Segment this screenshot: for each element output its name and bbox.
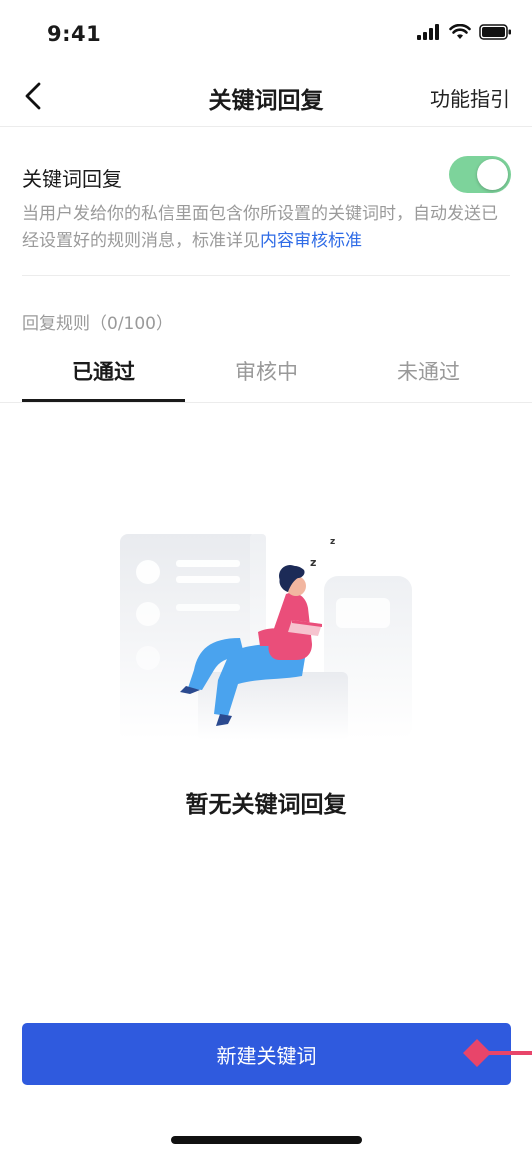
- tab-rejected[interactable]: 未通过: [347, 340, 510, 402]
- toggle-knob: [477, 159, 508, 190]
- tab-indicator: [22, 399, 185, 402]
- status-time: 9:41: [47, 22, 102, 46]
- home-indicator: [171, 1136, 362, 1144]
- signal-icon: [417, 24, 439, 40]
- wifi-icon: [449, 24, 471, 39]
- keyword-reply-toggle[interactable]: [449, 156, 511, 193]
- svg-text:z: z: [330, 537, 335, 547]
- empty-state-illustration: z z: [120, 534, 412, 740]
- tab-reviewing[interactable]: 审核中: [185, 340, 348, 402]
- new-keyword-button[interactable]: 新建关键词: [22, 1023, 511, 1085]
- status-icons: [417, 24, 512, 40]
- tab-approved[interactable]: 已通过: [22, 340, 185, 402]
- status-bar: 9:41: [0, 0, 532, 70]
- empty-state-text: 暂无关键词回复: [185, 792, 347, 818]
- content-review-standard-link[interactable]: 内容审核标准: [260, 231, 362, 251]
- battery-icon: [479, 24, 511, 40]
- setting-title: 关键词回复: [22, 167, 122, 191]
- guide-link[interactable]: 功能指引: [430, 83, 510, 112]
- rules-count-label: 回复规则（0/100）: [22, 314, 173, 334]
- status-tabs: 已通过 审核中 未通过: [0, 340, 532, 403]
- nav-bar: 关键词回复 功能指引: [0, 70, 532, 127]
- svg-text:z: z: [310, 556, 316, 569]
- divider: [22, 275, 510, 276]
- pointer-arrow-icon: [463, 1039, 532, 1067]
- setting-description: 当用户发给你的私信里面包含你所设置的关键词时，自动发送已经设置好的规则消息，标准…: [22, 201, 514, 255]
